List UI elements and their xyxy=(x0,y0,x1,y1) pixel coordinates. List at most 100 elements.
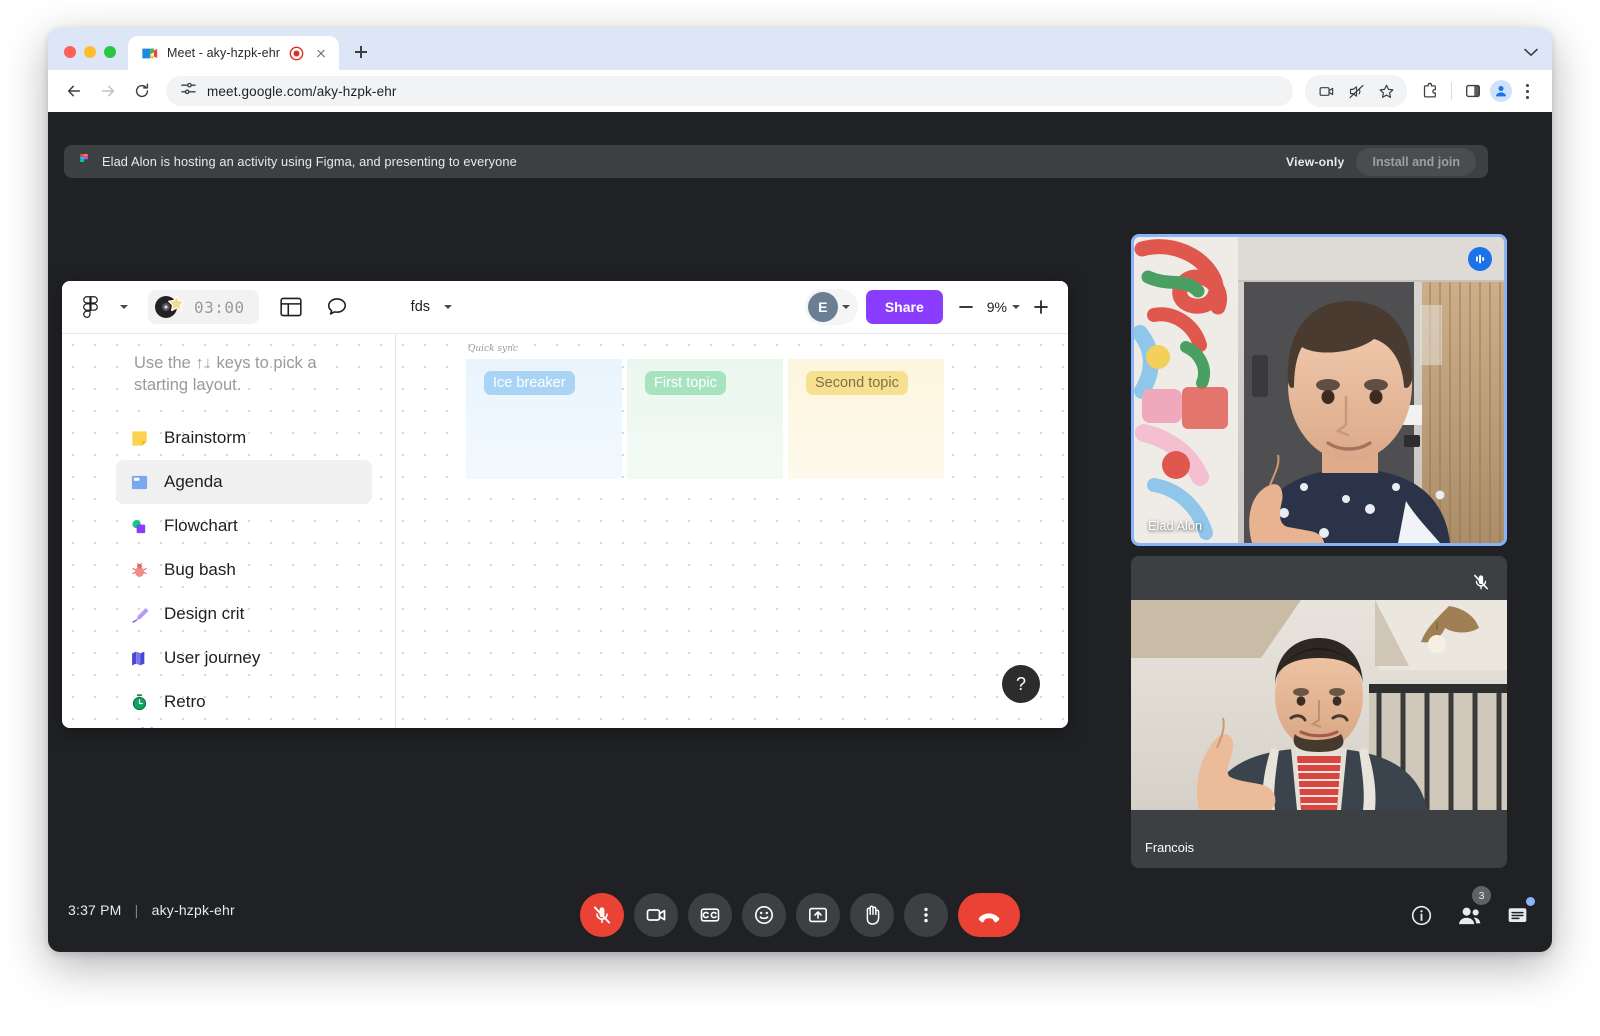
share-button[interactable]: Share xyxy=(865,290,943,324)
template-item-flowchart[interactable]: Flowchart xyxy=(116,504,372,548)
toolbar-divider xyxy=(1451,82,1452,100)
template-item-brainstorm[interactable]: Brainstorm xyxy=(116,416,372,460)
figma-collaborators[interactable]: E xyxy=(804,289,858,325)
template-item-bug-bash[interactable]: Bug bash xyxy=(116,548,372,592)
reload-icon[interactable] xyxy=(128,77,156,105)
template-label: Brainstorm xyxy=(164,428,247,447)
zoom-level-value: 9% xyxy=(986,299,1007,315)
minimize-window-button[interactable] xyxy=(84,46,96,58)
browser-toolbar-icons xyxy=(1305,75,1538,107)
comment-bubble-icon[interactable] xyxy=(321,291,353,323)
chevron-down-icon[interactable] xyxy=(841,305,850,309)
template-item-agenda[interactable]: Agenda xyxy=(116,460,372,504)
people-button[interactable]: 3 xyxy=(1454,886,1491,930)
template-label: Flowchart xyxy=(164,516,238,535)
back-arrow-icon[interactable] xyxy=(60,77,88,105)
address-bar[interactable]: meet.google.com/aky-hzpk-ehr xyxy=(166,76,1293,106)
template-label: Design crit xyxy=(164,604,245,623)
browser-tab[interactable]: Meet - aky-hzpk-ehr xyxy=(128,36,340,70)
canvas-frame-ice-breaker[interactable]: Ice breaker xyxy=(466,359,622,479)
captions-button[interactable] xyxy=(688,893,732,937)
figma-zoom-controls: 9% xyxy=(951,292,1056,322)
zoom-in-button[interactable] xyxy=(1026,292,1056,322)
activity-banner-actions: View-only Install and join xyxy=(1286,147,1476,176)
install-and-join-button[interactable]: Install and join xyxy=(1356,147,1476,176)
leave-call-button[interactable] xyxy=(958,893,1020,937)
media-controls-pill xyxy=(1305,75,1407,107)
figma-file-name[interactable]: fds xyxy=(411,299,430,315)
chevron-down-icon xyxy=(1012,305,1020,309)
figma-icon xyxy=(76,153,92,170)
template-label: Agenda xyxy=(164,472,223,491)
activity-banner-message: Elad Alon is hosting an activity using F… xyxy=(102,154,517,169)
frame-tag: Second topic xyxy=(806,371,908,395)
figma-presentation-window: 03:00 fds E Share 9% Use the ↑↓ keys to … xyxy=(62,281,1068,728)
bookmark-star-icon[interactable] xyxy=(1373,78,1399,104)
maximize-window-button[interactable] xyxy=(104,46,116,58)
figma-header: 03:00 fds E Share 9% xyxy=(62,281,1068,333)
bug-icon xyxy=(128,559,150,581)
reactions-button[interactable] xyxy=(742,893,786,937)
canvas-divider xyxy=(395,334,396,728)
stopwatch-icon xyxy=(128,691,150,713)
chevron-down-icon[interactable] xyxy=(108,291,140,323)
google-meet-page: Elad Alon is hosting an activity using F… xyxy=(48,112,1552,952)
participant-name: Francois xyxy=(1145,840,1195,855)
template-list: Brainstorm Agenda Flowchart Bug bash Des… xyxy=(116,416,372,728)
browser-menu-icon[interactable] xyxy=(1516,80,1538,102)
avatar: E xyxy=(807,292,838,322)
microphone-button[interactable] xyxy=(580,893,624,937)
frame-group-label: Quick sync xyxy=(468,344,518,354)
new-tab-button[interactable] xyxy=(347,38,375,66)
record-dot-icon[interactable] xyxy=(289,46,304,61)
canvas-frame-first-topic[interactable]: First topic xyxy=(627,359,783,479)
meet-bottom-bar: 3:37 PM | aky-hzpk-ehr 3 xyxy=(48,878,1552,952)
map-icon xyxy=(128,647,150,669)
template-item-user-journey[interactable]: User journey xyxy=(116,636,372,680)
figma-header-right: E Share 9% xyxy=(804,289,1056,325)
raise-hand-button[interactable] xyxy=(850,893,894,937)
separator: | xyxy=(134,902,139,918)
mic-off-icon xyxy=(1469,570,1493,594)
help-button[interactable]: ? xyxy=(1002,665,1040,703)
participant-video xyxy=(1134,237,1504,543)
tab-list-menu[interactable] xyxy=(1524,44,1552,70)
forward-arrow-icon[interactable] xyxy=(94,77,122,105)
chat-button[interactable] xyxy=(1502,897,1535,930)
extensions-puzzle-icon[interactable] xyxy=(1417,78,1443,104)
screencast-icon[interactable] xyxy=(1313,78,1339,104)
meeting-details-button[interactable] xyxy=(1406,900,1436,930)
profile-avatar-icon[interactable] xyxy=(1488,78,1514,104)
more-options-button[interactable] xyxy=(904,893,948,937)
template-label: Retro xyxy=(164,692,206,711)
sticky-note-icon xyxy=(128,427,150,449)
meet-call-controls xyxy=(580,893,1020,937)
template-label: Bug bash xyxy=(164,560,236,579)
figma-timer[interactable]: 03:00 xyxy=(148,290,259,324)
close-window-button[interactable] xyxy=(64,46,76,58)
figma-canvas[interactable]: Use the ↑↓ keys to pick a starting layou… xyxy=(62,333,1068,728)
zoom-level[interactable]: 9% xyxy=(983,299,1024,315)
screenshot-root: Meet - aky-hzpk-ehr meet.google.com/aky-… xyxy=(0,0,1600,1036)
template-item-retro[interactable]: Retro xyxy=(116,680,372,724)
layout-panel-icon[interactable] xyxy=(275,291,307,323)
figma-logo-icon[interactable] xyxy=(74,291,106,323)
flowchart-shapes-icon xyxy=(128,515,150,537)
window-traffic-lights xyxy=(48,46,128,70)
zoom-out-button[interactable] xyxy=(951,292,981,322)
canvas-frame-second-topic[interactable]: Second topic xyxy=(788,359,944,479)
chevron-down-icon[interactable] xyxy=(432,291,464,323)
browser-toolbar: meet.google.com/aky-hzpk-ehr xyxy=(48,70,1552,112)
tune-icon[interactable] xyxy=(180,80,197,102)
template-list-more[interactable]: M xyxy=(116,724,372,728)
present-button[interactable] xyxy=(796,893,840,937)
participant-tile-elad-alon[interactable]: Elad Alon xyxy=(1131,234,1507,546)
pen-nib-icon xyxy=(128,603,150,625)
mute-tab-icon[interactable] xyxy=(1343,78,1369,104)
side-panel-icon[interactable] xyxy=(1460,78,1486,104)
participant-tile-francois[interactable]: Francois xyxy=(1131,556,1507,868)
template-item-design-crit[interactable]: Design crit xyxy=(116,592,372,636)
close-icon[interactable] xyxy=(313,45,329,61)
camera-button[interactable] xyxy=(634,893,678,937)
chat-unread-dot xyxy=(1526,897,1535,906)
